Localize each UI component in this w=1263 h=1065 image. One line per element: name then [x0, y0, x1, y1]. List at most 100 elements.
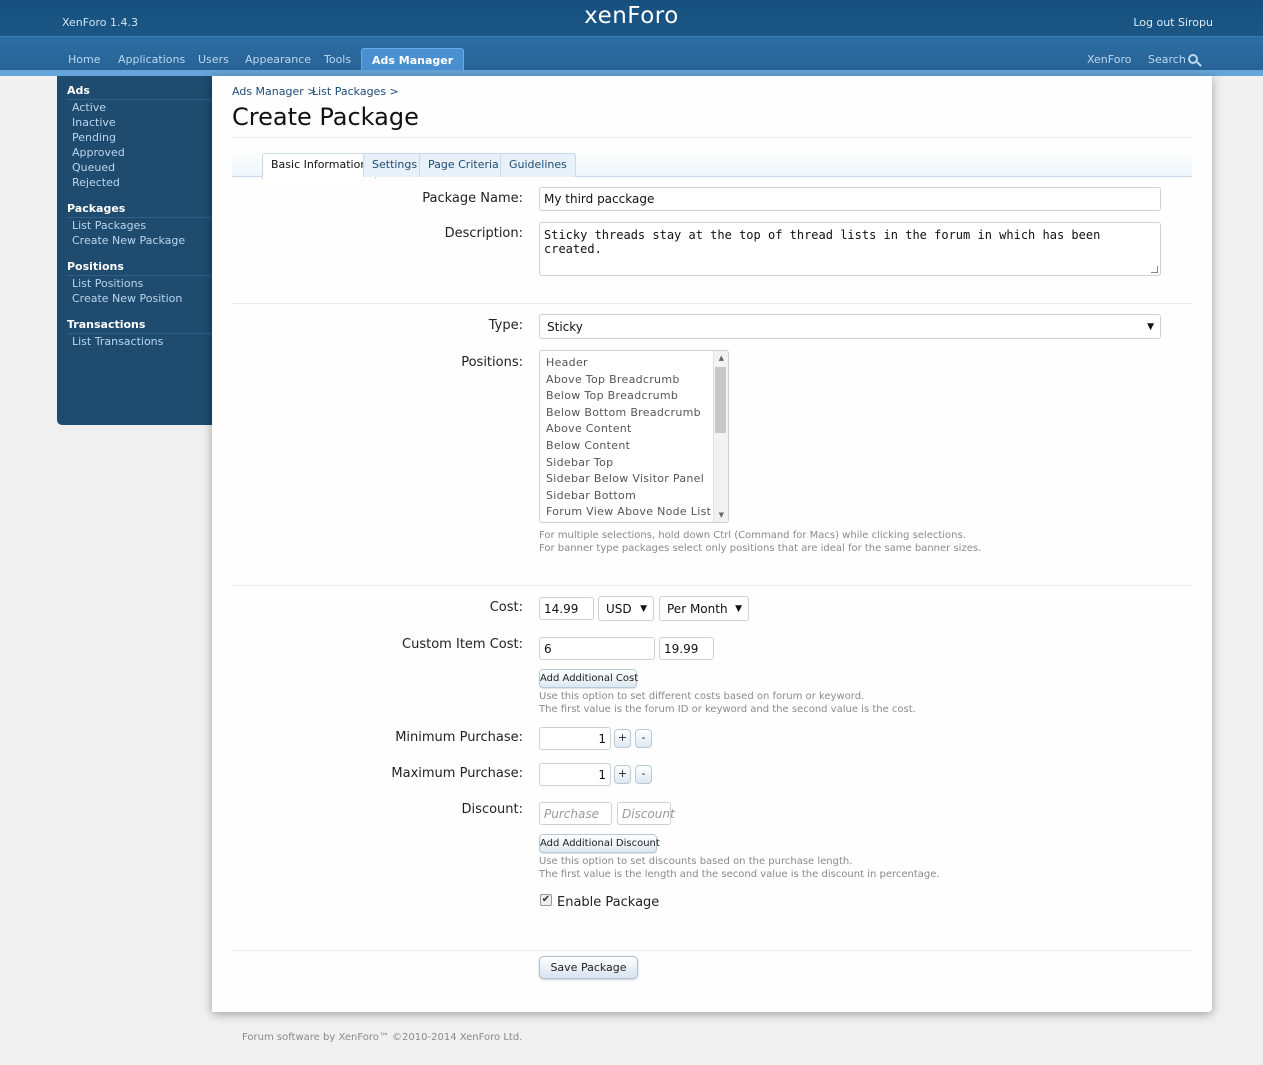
page-title: Create Package [232, 103, 419, 131]
resize-handle-icon[interactable] [1151, 266, 1158, 273]
section-divider [232, 585, 1192, 586]
custom-cost-value-input[interactable]: 19.99 [659, 637, 714, 660]
sidebar-group-positions: Positions [67, 260, 124, 273]
description-text: Sticky threads stay at the top of thread… [544, 228, 1101, 256]
discount-label: Discount: [461, 802, 523, 817]
sidebar-item-list-positions[interactable]: List Positions [72, 277, 143, 290]
discount-purchase-input[interactable]: Purchase [539, 802, 612, 825]
nav-tools[interactable]: Tools [324, 53, 351, 66]
top-header: XenForo 1.4.3 xenForo Log out Siropu [0, 0, 1263, 36]
max-purchase-decrement-button[interactable]: - [635, 765, 652, 784]
title-divider [232, 137, 1192, 138]
discount-hint: Use this option to set discounts based o… [539, 856, 853, 867]
footer-copyright: Forum software by XenForo™ ©2010-2014 Xe… [242, 1032, 523, 1043]
sidebar-group-transactions: Transactions [67, 318, 146, 331]
nav-home[interactable]: Home [68, 53, 100, 66]
tab-basic-information[interactable]: Basic Information [262, 153, 377, 179]
enable-package-label[interactable]: Enable Package [557, 895, 659, 910]
sidebar-item-list-packages[interactable]: List Packages [72, 219, 146, 232]
logout-link[interactable]: Log out Siropu [1133, 16, 1213, 29]
breadcrumb-ads-manager[interactable]: Ads Manager > [232, 85, 316, 98]
main-navbar: Home Applications Users Appearance Tools… [0, 36, 1263, 71]
custom-cost-label: Custom Item Cost: [402, 637, 523, 652]
position-option[interactable]: Above Top Breadcrumb [546, 373, 680, 386]
position-option[interactable]: Below Top Breadcrumb [546, 389, 678, 402]
tab-page-criteria[interactable]: Page Criteria [419, 153, 508, 177]
dropdown-arrow-icon: ▼ [640, 604, 647, 614]
min-purchase-input[interactable]: 1 [539, 727, 611, 750]
position-option[interactable]: Forum View Above Node List [546, 505, 711, 518]
position-option[interactable]: Sidebar Top [546, 456, 613, 469]
position-option[interactable]: Below Content [546, 439, 630, 452]
tab-strip: Basic Information Settings Page Criteria… [232, 151, 1192, 179]
tab-guidelines[interactable]: Guidelines [500, 153, 576, 177]
min-purchase-decrement-button[interactable]: - [635, 729, 652, 748]
positions-hint: For banner type packages select only pos… [539, 543, 982, 554]
add-additional-cost-button[interactable]: Add Additional Cost [539, 669, 638, 688]
dropdown-arrow-icon: ▼ [735, 604, 742, 614]
section-divider [232, 950, 1192, 951]
description-textarea[interactable]: Sticky threads stay at the top of thread… [539, 222, 1161, 276]
positions-listbox[interactable]: Header Above Top Breadcrumb Below Top Br… [539, 350, 729, 523]
sidebar-item-queued[interactable]: Queued [72, 161, 115, 174]
sidebar-divider [67, 333, 212, 334]
discount-hint: The first value is the length and the se… [539, 869, 940, 880]
custom-cost-key-input[interactable]: 6 [539, 637, 655, 660]
sidebar-item-list-transactions[interactable]: List Transactions [72, 335, 163, 348]
sidebar-divider [67, 99, 212, 100]
discount-value-input[interactable]: Discount [617, 802, 675, 825]
search-icon [1187, 54, 1198, 64]
nav-search[interactable]: Search [1148, 53, 1198, 66]
nav-users[interactable]: Users [198, 53, 229, 66]
nav-xenforo[interactable]: XenForo [1087, 53, 1131, 66]
sidebar-item-active[interactable]: Active [72, 101, 106, 114]
listbox-scrollbar[interactable]: ▲ ▼ [713, 351, 728, 522]
tab-settings[interactable]: Settings [363, 153, 427, 177]
positions-label: Positions: [461, 355, 523, 370]
sidebar-item-approved[interactable]: Approved [72, 146, 125, 159]
dropdown-arrow-icon: ▼ [1147, 322, 1154, 332]
xenforo-logo[interactable]: xenForo [0, 3, 1263, 29]
nav-appearance[interactable]: Appearance [245, 53, 311, 66]
admin-sidebar: Ads Active Inactive Pending Approved Que… [57, 76, 212, 425]
position-option[interactable]: Header [546, 356, 588, 369]
nav-applications[interactable]: Applications [118, 53, 185, 66]
max-purchase-input[interactable]: 1 [539, 763, 611, 786]
description-label: Description: [444, 226, 523, 241]
nav-search-label: Search [1148, 53, 1186, 66]
position-option[interactable]: Below Bottom Breadcrumb [546, 406, 701, 419]
type-select-value: Sticky [547, 320, 583, 334]
period-select[interactable]: Per Month ▼ [659, 596, 749, 621]
cost-input[interactable]: 14.99 [539, 597, 594, 620]
min-purchase-increment-button[interactable]: + [614, 729, 631, 748]
custom-cost-hint: Use this option to set different costs b… [539, 691, 865, 702]
cost-label: Cost: [489, 600, 523, 615]
position-option[interactable]: Above Content [546, 422, 632, 435]
period-select-value: Per Month [667, 602, 728, 616]
sidebar-item-pending[interactable]: Pending [72, 131, 116, 144]
sidebar-item-inactive[interactable]: Inactive [72, 116, 116, 129]
position-option[interactable]: Sidebar Below Visitor Panel [546, 472, 704, 485]
main-content: Ads Manager > List Packages > Create Pac… [212, 76, 1212, 1012]
sidebar-item-create-position[interactable]: Create New Position [72, 292, 182, 305]
scrollbar-thumb[interactable] [715, 367, 726, 433]
sidebar-group-packages: Packages [67, 202, 126, 215]
package-name-input[interactable]: My third pacckage [539, 187, 1161, 211]
currency-select[interactable]: USD ▼ [598, 596, 654, 621]
enable-package-checkbox[interactable]: ✔ [540, 894, 552, 906]
nav-ads-manager[interactable]: Ads Manager [361, 48, 465, 71]
sidebar-item-rejected[interactable]: Rejected [72, 176, 120, 189]
scroll-down-icon[interactable]: ▼ [719, 511, 724, 519]
type-select[interactable]: Sticky ▼ [539, 314, 1161, 339]
add-additional-discount-button[interactable]: Add Additional Discount [539, 834, 660, 853]
breadcrumb-list-packages[interactable]: List Packages > [312, 85, 399, 98]
custom-cost-hint: The first value is the forum ID or keywo… [539, 704, 916, 715]
min-purchase-label: Minimum Purchase: [395, 730, 523, 745]
save-package-button[interactable]: Save Package [539, 956, 638, 979]
scroll-up-icon[interactable]: ▲ [719, 354, 724, 362]
position-option[interactable]: Sidebar Bottom [546, 489, 636, 502]
type-label: Type: [488, 318, 523, 333]
currency-select-value: USD [606, 602, 632, 616]
sidebar-item-create-package[interactable]: Create New Package [72, 234, 185, 247]
max-purchase-increment-button[interactable]: + [614, 765, 631, 784]
